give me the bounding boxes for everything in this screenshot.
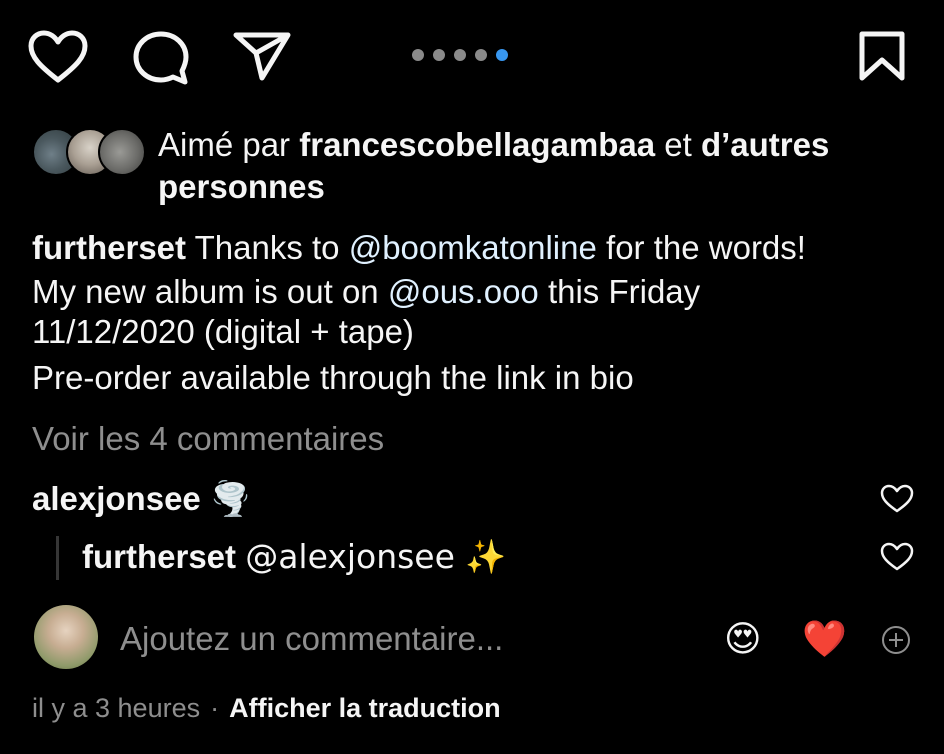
- add-emoji-plus-icon[interactable]: [880, 624, 912, 656]
- liker-avatars[interactable]: [32, 128, 146, 176]
- caption-text: 11/12/2020 (digital + tape): [32, 313, 414, 350]
- bookmark-icon[interactable]: [858, 30, 906, 82]
- mention-link[interactable]: @boomkatonline: [349, 229, 597, 266]
- heart-icon[interactable]: [28, 30, 88, 84]
- view-comments-link[interactable]: Voir les 4 commentaires: [32, 418, 384, 460]
- post-caption: furtherset Thanks to @boomkatonline for …: [32, 226, 922, 400]
- mention-link[interactable]: @ous.ooo: [388, 273, 539, 310]
- comment-username[interactable]: furtherset: [82, 538, 236, 575]
- caption-text: this Friday: [547, 273, 701, 310]
- carousel-dot: [475, 49, 487, 61]
- liked-connector: et: [664, 126, 692, 163]
- carousel-indicator: [412, 49, 508, 61]
- comment-icon[interactable]: [132, 30, 190, 86]
- caption-text: Thanks to: [194, 229, 340, 266]
- add-comment-input[interactable]: Ajoutez un commentaire...: [120, 618, 680, 660]
- liked-by-text[interactable]: Aimé par francescobellagambaa et d’autre…: [158, 124, 918, 208]
- avatar: [98, 128, 146, 176]
- comment: alexjonsee 🌪️: [32, 478, 251, 520]
- timestamp: il y a 3 heures: [32, 693, 201, 723]
- share-icon[interactable]: [232, 30, 292, 82]
- carousel-dot: [412, 49, 424, 61]
- heart-eyes-emoji-button[interactable]: 😍: [724, 620, 762, 660]
- current-user-avatar: [34, 605, 98, 669]
- like-comment-heart-icon[interactable]: [880, 484, 914, 514]
- caption-text: Pre-order available through the link in …: [32, 359, 634, 396]
- post-footer: il y a 3 heures · Afficher la traduction: [32, 690, 501, 726]
- carousel-dot: [454, 49, 466, 61]
- comment-reply: furtherset @alexjonsee ✨: [82, 536, 507, 578]
- comment-text: @alexjonsee ✨: [245, 537, 507, 576]
- caption-text: for the words!: [606, 229, 806, 266]
- comment-username[interactable]: alexjonsee: [32, 480, 201, 517]
- separator: ·: [210, 693, 220, 723]
- caption-username[interactable]: furtherset: [32, 229, 186, 266]
- like-comment-heart-icon[interactable]: [880, 542, 914, 572]
- translate-link[interactable]: Afficher la traduction: [229, 693, 501, 723]
- liked-prefix: Aimé par: [158, 126, 291, 163]
- reply-thread-line: [56, 536, 59, 580]
- carousel-dot: [433, 49, 445, 61]
- caption-text: My new album is out on: [32, 273, 379, 310]
- carousel-dot-active: [496, 49, 508, 61]
- liked-user[interactable]: francescobellagambaa: [299, 126, 655, 163]
- comment-text: 🌪️: [209, 479, 252, 518]
- red-heart-emoji-button[interactable]: ❤️: [802, 620, 847, 660]
